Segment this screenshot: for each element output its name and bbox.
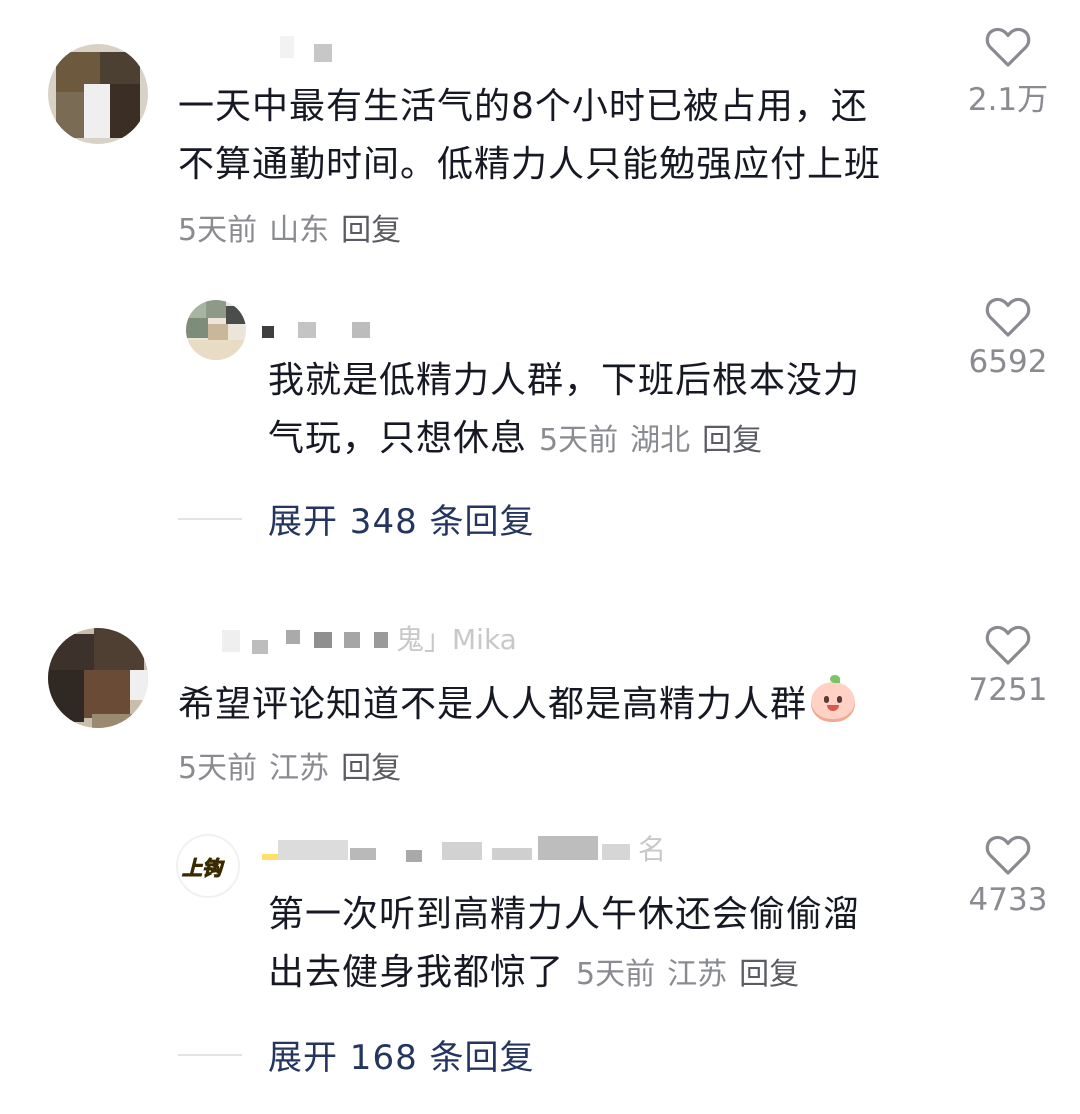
comment-location: 江苏: [269, 751, 330, 786]
avatar[interactable]: 上钩: [176, 834, 240, 898]
reply-location: 江苏: [667, 957, 728, 992]
heart-outline-icon: [985, 27, 1031, 67]
username-partial[interactable]: 鬼」Mika: [222, 623, 602, 656]
like-button[interactable]: 2.1万: [958, 26, 1058, 119]
like-count: 2.1万: [967, 82, 1049, 118]
comment-location: 山东: [269, 213, 330, 248]
comment-meta: 5天前 江苏 回复: [178, 740, 413, 798]
divider-line: [178, 517, 242, 520]
reply-text[interactable]: 第一次听到高精力人午休还会偷偷溜 出去健身我都惊了 5天前 江苏 回复: [268, 886, 948, 1004]
reply-button[interactable]: 回复: [341, 751, 401, 786]
like-button[interactable]: 7251: [958, 624, 1058, 708]
heart-outline-icon: [985, 835, 1031, 875]
reply-button[interactable]: 回复: [739, 957, 799, 992]
like-button[interactable]: 4733: [958, 834, 1058, 918]
comment-text[interactable]: 一天中最有生活气的8个小时已被占用，还 不算通勤时间。低精力人只能勉强应付上班: [178, 78, 958, 194]
comment-time: 5天前: [178, 213, 258, 248]
divider-line: [178, 1053, 242, 1056]
reply-button[interactable]: 回复: [702, 423, 762, 458]
like-button[interactable]: 6592: [958, 296, 1058, 380]
expand-replies-button[interactable]: 展开 168 条回复: [178, 1030, 535, 1079]
expand-replies-label: 展开 348 条回复: [268, 502, 535, 542]
like-count: 4733: [968, 882, 1048, 918]
expand-replies-button[interactable]: 展开 348 条回复: [178, 494, 535, 543]
comment-time: 5天前: [178, 751, 258, 786]
username-redacted[interactable]: [280, 36, 360, 62]
avatar[interactable]: [48, 44, 148, 144]
username-partial[interactable]: 名: [262, 833, 702, 866]
comment-meta: 5天前 山东 回复: [178, 202, 413, 260]
reply-location: 湖北: [630, 423, 691, 458]
reply-button[interactable]: 回复: [341, 213, 401, 248]
avatar[interactable]: [48, 628, 148, 728]
reply-text[interactable]: 我就是低精力人群，下班后根本没力 气玩，只想休息 5天前 湖北 回复: [268, 352, 948, 470]
expand-replies-label: 展开 168 条回复: [268, 1038, 535, 1078]
smiling-peach-emoji: [811, 675, 856, 722]
username-redacted[interactable]: [262, 322, 382, 348]
avatar[interactable]: [186, 300, 246, 360]
username-partial-text: 鬼」Mika: [396, 623, 517, 656]
heart-outline-icon: [985, 297, 1031, 337]
heart-outline-icon: [985, 625, 1031, 665]
avatar-text: 上钩: [182, 856, 223, 881]
comment-text[interactable]: 希望评论知道不是人人都是高精力人群: [178, 675, 958, 734]
like-count: 7251: [968, 672, 1048, 708]
reply-time: 5天前: [539, 423, 619, 458]
username-partial-text: 名: [638, 833, 667, 866]
like-count: 6592: [968, 344, 1048, 380]
reply-time: 5天前: [576, 957, 656, 992]
